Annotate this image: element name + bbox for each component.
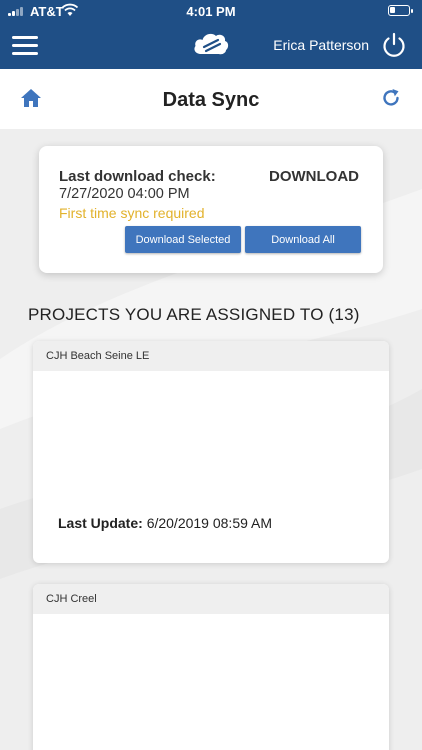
download-all-button[interactable]: Download All xyxy=(245,226,361,253)
page-title: Data Sync xyxy=(162,89,260,111)
last-update-value: 6/20/2019 08:59 AM xyxy=(146,515,273,531)
project-card[interactable]: CJH Beach Seine LE Last Update: 6/20/201… xyxy=(33,341,389,563)
last-download-label: Last download check: xyxy=(59,168,216,185)
download-heading: DOWNLOAD xyxy=(269,168,359,185)
menu-button[interactable] xyxy=(12,36,38,56)
hamburger-menu-icon xyxy=(12,36,38,39)
project-name: CJH Creel xyxy=(33,584,389,614)
power-icon[interactable] xyxy=(380,31,408,59)
projects-heading: PROJECTS YOU ARE ASSIGNED TO (13) xyxy=(28,305,360,324)
battery-icon xyxy=(388,5,413,16)
project-card[interactable]: CJH Creel xyxy=(33,584,389,750)
cloud-logo-icon xyxy=(194,33,229,55)
page-header: Data Sync xyxy=(0,69,422,129)
app-header: AT&T 4:01 PM Erica Patterson xyxy=(0,0,422,69)
last-update: Last Update: 6/20/2019 08:59 AM xyxy=(58,515,272,531)
clock: 4:01 PM xyxy=(186,4,236,19)
download-card: Last download check: 7/27/2020 04:00 PM … xyxy=(39,146,383,273)
sync-warning: First time sync required xyxy=(59,205,205,221)
last-download-date: 7/27/2020 04:00 PM xyxy=(59,186,190,202)
refresh-icon[interactable] xyxy=(380,87,402,109)
status-bar: AT&T 4:01 PM xyxy=(0,0,422,22)
user-name: Erica Patterson xyxy=(273,37,369,53)
download-selected-button[interactable]: Download Selected xyxy=(125,226,241,253)
project-name: CJH Beach Seine LE xyxy=(33,341,389,371)
last-update-label: Last Update: xyxy=(58,515,143,531)
